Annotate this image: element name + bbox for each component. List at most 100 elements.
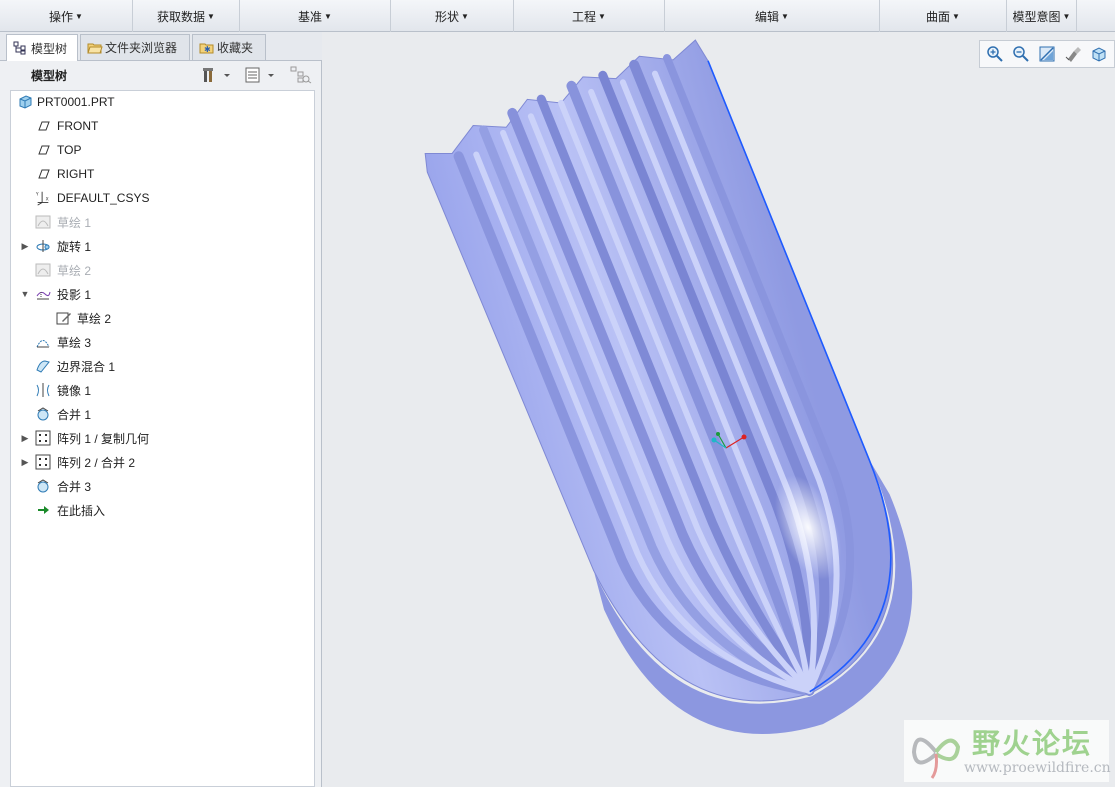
mirror-icon bbox=[36, 383, 50, 397]
sketch-icon bbox=[35, 263, 51, 277]
dropdown-arrow-icon: ▼ bbox=[75, 11, 83, 21]
show-options-icon[interactable] bbox=[244, 66, 276, 84]
collapse-triangle-icon[interactable]: ▼ bbox=[20, 289, 30, 299]
tree-node-default-csys[interactable]: YX DEFAULT_CSYS bbox=[11, 187, 314, 209]
tree-node-label: 合并 3 bbox=[57, 479, 92, 494]
tree-node-boundary-blend-1[interactable]: 边界混合 1 bbox=[11, 355, 314, 377]
navigator-panel: 模型树 文件夹浏览器 ✱ 收藏夹 模型树 PRT0001.PRT FRONT T… bbox=[0, 32, 322, 787]
ribbon-toolbar: 操作 ▼ 获取数据 ▼ 基准 ▼ 形状 ▼ 工程 ▼ 编辑 ▼ 曲面 ▼ 模型意图 ▼ bbox=[0, 0, 1115, 32]
ribbon-group-engineering[interactable]: 工程 ▼ bbox=[514, 0, 665, 32]
tree-node-label: 旋转 1 bbox=[57, 239, 92, 254]
dropdown-arrow-icon: ▼ bbox=[952, 11, 960, 21]
ribbon-group-editing[interactable]: 编辑 ▼ bbox=[665, 0, 880, 32]
refit-icon[interactable] bbox=[1036, 43, 1058, 65]
svg-text:Y: Y bbox=[35, 191, 39, 197]
zoom-in-icon[interactable] bbox=[984, 43, 1006, 65]
dropdown-arrow-icon: ▼ bbox=[324, 11, 332, 21]
repaint-icon[interactable] bbox=[1062, 43, 1084, 65]
tree-node-insert-here[interactable]: 在此插入 bbox=[11, 499, 314, 521]
watermark-logo-icon bbox=[911, 737, 961, 779]
sketch-edit-icon bbox=[56, 312, 71, 325]
tree-node-pattern-2[interactable]: ▶ 阵列 2 / 合并 2 bbox=[11, 451, 314, 473]
pattern-icon bbox=[35, 454, 51, 470]
tree-node-pattern-1[interactable]: ▶ 阵列 1 / 复制几何 bbox=[11, 427, 314, 449]
boundary-blend-icon bbox=[36, 360, 50, 373]
tree-node-label: TOP bbox=[57, 143, 82, 157]
navigator-tabs: 模型树 文件夹浏览器 ✱ 收藏夹 bbox=[0, 32, 322, 61]
tree-node-part[interactable]: PRT0001.PRT bbox=[11, 91, 314, 113]
tab-model-tree[interactable]: 模型树 bbox=[6, 34, 78, 61]
sketch-icon bbox=[36, 340, 50, 348]
tree-node-sketch-2[interactable]: 草绘 2 bbox=[11, 259, 314, 281]
datum-plane-icon bbox=[38, 169, 50, 179]
fluted-part-model[interactable] bbox=[322, 32, 1115, 787]
tab-favorites[interactable]: ✱ 收藏夹 bbox=[192, 34, 266, 60]
tab-folder-browser[interactable]: 文件夹浏览器 bbox=[80, 34, 190, 60]
settings-tools-icon[interactable] bbox=[202, 66, 232, 84]
ribbon-group-shapes[interactable]: 形状 ▼ bbox=[391, 0, 514, 32]
merge-icon bbox=[37, 407, 49, 421]
tree-node-merge-3[interactable]: 合并 3 bbox=[11, 475, 314, 497]
datum-plane-icon bbox=[38, 145, 50, 155]
model-tree-icon bbox=[13, 41, 27, 55]
csys-icon: YX bbox=[35, 191, 49, 206]
ribbon-group-get-data[interactable]: 获取数据 ▼ bbox=[133, 0, 240, 32]
tree-node-label: 阵列 2 / 合并 2 bbox=[57, 455, 136, 470]
tree-node-merge-1[interactable]: 合并 1 bbox=[11, 403, 314, 425]
view-toolbar bbox=[979, 40, 1115, 68]
insert-here-arrow-icon bbox=[38, 506, 49, 514]
watermark-title: 野火论坛 bbox=[972, 727, 1093, 760]
tree-node-label: RIGHT bbox=[57, 167, 95, 181]
tree-node-label: 镜像 1 bbox=[57, 383, 92, 398]
folder-icon bbox=[87, 41, 103, 55]
merge-icon bbox=[37, 479, 49, 493]
model-tree-header: 模型树 bbox=[10, 62, 314, 88]
tree-node-sketch-3[interactable]: 草绘 3 bbox=[11, 331, 314, 353]
watermark-url: www.proewildfire.cn bbox=[964, 760, 1111, 776]
ribbon-group-label: 模型意图 bbox=[1012, 9, 1061, 24]
expand-triangle-icon[interactable]: ▶ bbox=[20, 433, 30, 444]
dropdown-arrow-icon: ▼ bbox=[461, 11, 469, 21]
graphics-viewport[interactable] bbox=[322, 32, 1115, 787]
ribbon-group-datum[interactable]: 基准 ▼ bbox=[240, 0, 391, 32]
datum-plane-icon bbox=[38, 121, 50, 131]
dropdown-arrow-icon: ▼ bbox=[598, 11, 606, 21]
ribbon-group-model-intent[interactable]: 模型意图 ▼ bbox=[1007, 0, 1077, 32]
ribbon-group-label: 获取数据 bbox=[157, 9, 206, 24]
tree-node-projection-1[interactable]: ▼ 投影 1 bbox=[11, 283, 314, 305]
tree-node-label: 边界混合 1 bbox=[57, 359, 116, 374]
tree-node-revolve-1[interactable]: ▶ 旋转 1 bbox=[11, 235, 314, 257]
revolve-icon bbox=[36, 240, 50, 252]
model-tree-title: 模型树 bbox=[31, 68, 68, 83]
zoom-out-icon[interactable] bbox=[1010, 43, 1032, 65]
tree-node-sketch-2-child[interactable]: 草绘 2 bbox=[11, 307, 314, 329]
tree-node-label: 草绘 2 bbox=[57, 263, 92, 278]
part-icon bbox=[19, 95, 32, 109]
expand-triangle-icon[interactable]: ▶ bbox=[20, 457, 30, 468]
saved-orientations-icon[interactable] bbox=[1088, 43, 1110, 65]
ribbon-group-label: 工程 bbox=[572, 9, 597, 24]
tree-node-right[interactable]: RIGHT bbox=[11, 163, 314, 185]
tree-node-label: 草绘 1 bbox=[57, 215, 92, 230]
tree-node-sketch-1[interactable]: 草绘 1 bbox=[11, 211, 314, 233]
tree-filter-icon[interactable] bbox=[290, 66, 312, 84]
svg-text:X: X bbox=[46, 197, 49, 203]
dropdown-arrow-icon: ▼ bbox=[207, 11, 215, 21]
ribbon-group-operations[interactable]: 操作 ▼ bbox=[0, 0, 133, 32]
dropdown-arrow-icon: ▼ bbox=[781, 11, 789, 21]
tab-label: 收藏夹 bbox=[217, 41, 254, 55]
tree-node-mirror-1[interactable]: 镜像 1 bbox=[11, 379, 314, 401]
tree-node-label: 草绘 2 bbox=[77, 311, 112, 326]
tree-node-label: 在此插入 bbox=[57, 503, 106, 518]
tree-node-label: FRONT bbox=[57, 119, 99, 133]
tree-node-top[interactable]: TOP bbox=[11, 139, 314, 161]
tab-label: 模型树 bbox=[31, 41, 68, 56]
pattern-icon bbox=[35, 430, 51, 446]
tree-node-label: 草绘 3 bbox=[57, 335, 92, 350]
ribbon-group-surfaces[interactable]: 曲面 ▼ bbox=[880, 0, 1007, 32]
expand-triangle-icon[interactable]: ▶ bbox=[20, 241, 30, 252]
tab-label: 文件夹浏览器 bbox=[105, 41, 178, 55]
tree-node-label: 投影 1 bbox=[57, 287, 92, 302]
ribbon-group-label: 编辑 bbox=[755, 9, 780, 24]
tree-node-front[interactable]: FRONT bbox=[11, 115, 314, 137]
